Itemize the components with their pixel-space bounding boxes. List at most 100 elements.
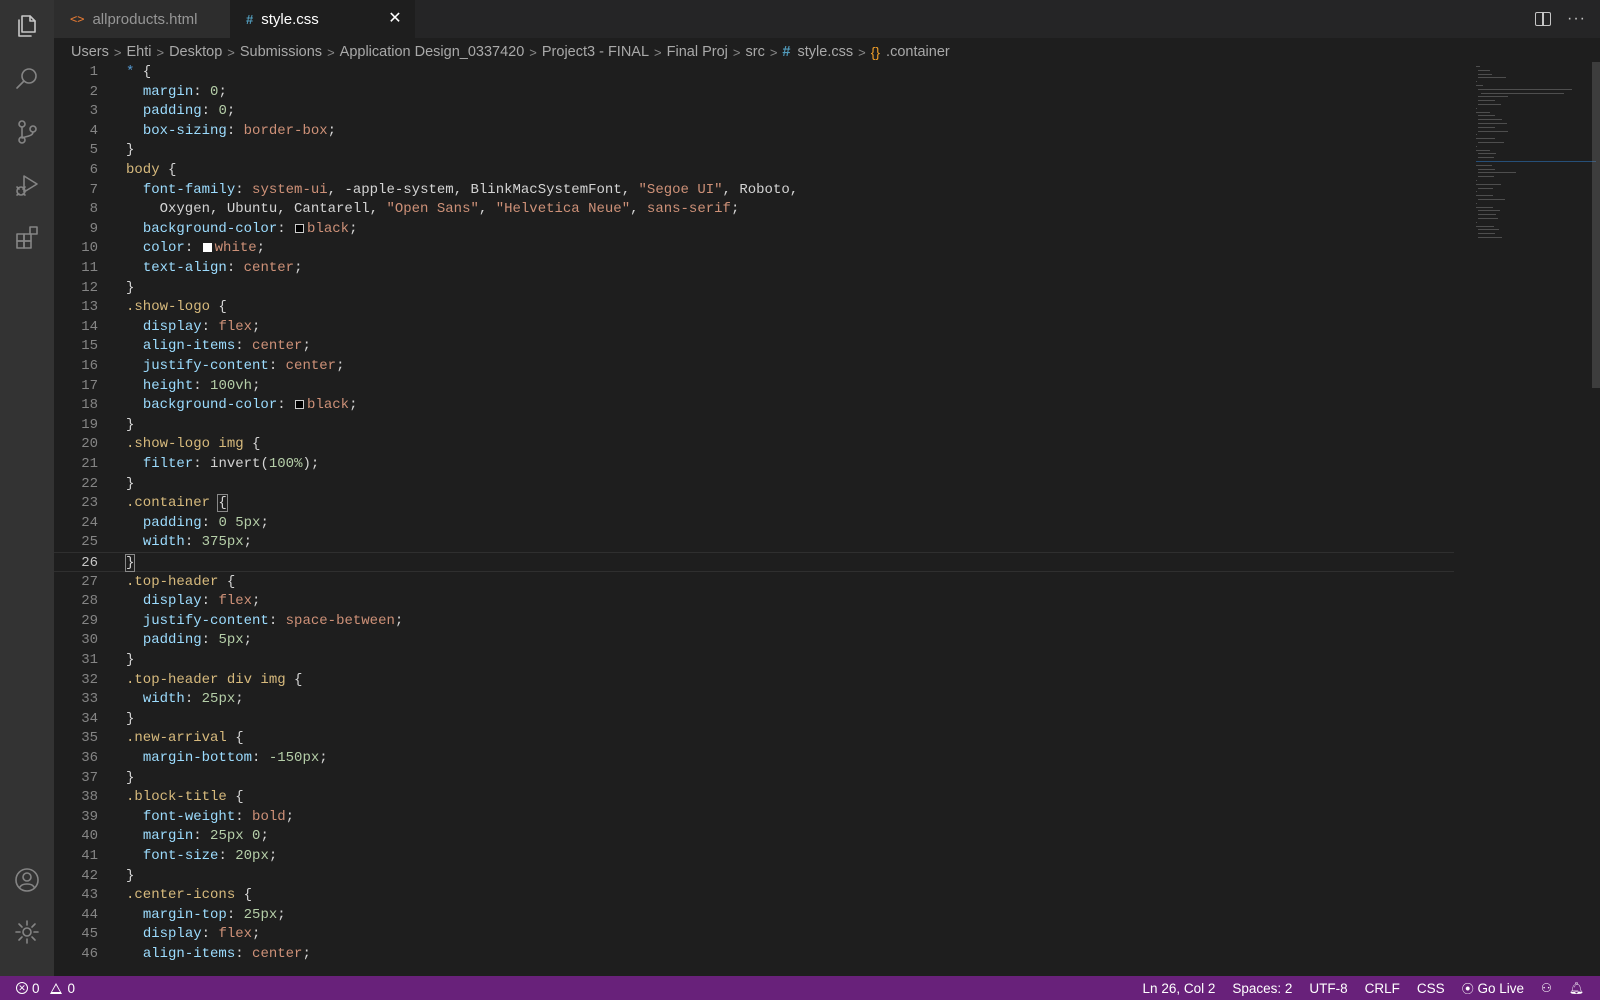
code-line[interactable]: 17 height: 100vh; bbox=[54, 376, 1454, 396]
indentation[interactable]: Spaces: 2 bbox=[1232, 981, 1292, 996]
code-line[interactable]: 14 display: flex; bbox=[54, 317, 1454, 337]
code-line[interactable]: 37} bbox=[54, 768, 1454, 788]
breadcrumb-symbol[interactable]: .container bbox=[886, 44, 950, 60]
code-line[interactable]: 31} bbox=[54, 650, 1454, 670]
code-token: : bbox=[201, 926, 219, 943]
code-line[interactable]: 35 .new-arrival { bbox=[54, 728, 1454, 748]
split-editor-icon[interactable] bbox=[1535, 12, 1552, 26]
minimap-line bbox=[1478, 210, 1500, 212]
html-file-icon: <> bbox=[70, 12, 85, 26]
extensions-icon[interactable] bbox=[0, 216, 54, 260]
code-line[interactable]: 8 Oxygen, Ubuntu, Cantarell, "Open Sans"… bbox=[54, 199, 1454, 219]
code-line[interactable]: 24 padding: 0 5px; bbox=[54, 513, 1454, 533]
encoding[interactable]: UTF-8 bbox=[1309, 981, 1347, 996]
code-line[interactable]: 28 display: flex; bbox=[54, 591, 1454, 611]
code-line[interactable]: 2 margin: 0; bbox=[54, 82, 1454, 102]
code-line[interactable]: 43 .center-icons { bbox=[54, 885, 1454, 905]
minimap[interactable] bbox=[1476, 62, 1596, 976]
breadcrumb-item[interactable]: Desktop bbox=[169, 44, 222, 60]
code-token: filter bbox=[142, 456, 194, 472]
code-line[interactable]: 12} bbox=[54, 278, 1454, 298]
notifications-bell-icon[interactable]: 🔔︎ bbox=[1569, 981, 1584, 995]
vertical-scrollbar[interactable] bbox=[1592, 62, 1600, 388]
minimap-line bbox=[1478, 218, 1498, 219]
problems-indicator[interactable]: ✕ 0 0 bbox=[16, 976, 75, 1000]
feedback-icon[interactable]: ⚇ bbox=[1541, 981, 1552, 995]
code-line[interactable]: 5} bbox=[54, 140, 1454, 160]
files-icon[interactable] bbox=[0, 4, 54, 48]
code-line[interactable]: 20 .show-logo img { bbox=[54, 434, 1454, 454]
breadcrumb-item[interactable]: src bbox=[745, 44, 764, 60]
code-line[interactable]: 23 .container { bbox=[54, 493, 1454, 513]
code-token: 25px 0 bbox=[210, 828, 261, 845]
settings-gear-icon[interactable] bbox=[0, 910, 54, 954]
code-line[interactable]: 1 * { bbox=[54, 62, 1454, 82]
code-line[interactable]: 7 font-family: system-ui, -apple-system,… bbox=[54, 180, 1454, 200]
code-line[interactable]: 3 padding: 0; bbox=[54, 101, 1454, 121]
code-line[interactable]: 34} bbox=[54, 709, 1454, 729]
code-token: ; bbox=[243, 534, 253, 551]
code-text: } bbox=[126, 650, 134, 670]
code-line[interactable]: 44 margin-top: 25px; bbox=[54, 905, 1454, 925]
code-line[interactable]: 33 width: 25px; bbox=[54, 689, 1454, 709]
code-line[interactable]: 39 font-weight: bold; bbox=[54, 807, 1454, 827]
code-line[interactable]: 38 .block-title { bbox=[54, 787, 1454, 807]
code-line[interactable]: 40 margin: 25px 0; bbox=[54, 826, 1454, 846]
color-swatch[interactable] bbox=[295, 223, 305, 233]
source-control-icon[interactable] bbox=[0, 110, 54, 154]
code-line[interactable]: 4 box-sizing: border-box; bbox=[54, 121, 1454, 141]
code-editor[interactable]: 1 * {2 margin: 0; 3 padding: 0; 4 box-sizin… bbox=[54, 62, 1600, 976]
code-line[interactable]: 9 background-color: black; bbox=[54, 219, 1454, 239]
code-line[interactable]: 36 margin-bottom: -150px; bbox=[54, 748, 1454, 768]
color-swatch[interactable] bbox=[295, 400, 305, 410]
search-icon[interactable] bbox=[0, 57, 54, 101]
code-line[interactable]: 27 .top-header { bbox=[54, 572, 1454, 592]
color-swatch[interactable] bbox=[202, 243, 212, 253]
minimap-line bbox=[1478, 176, 1494, 178]
language-mode[interactable]: CSS bbox=[1417, 981, 1445, 996]
code-line[interactable]: 16 justify-content: center; bbox=[54, 356, 1454, 376]
code-token: { bbox=[226, 730, 244, 747]
code-line[interactable]: 22} bbox=[54, 474, 1454, 494]
code-line[interactable]: 6 body { bbox=[54, 160, 1454, 180]
close-tab-icon[interactable]: ✕ bbox=[385, 9, 405, 29]
code-line[interactable]: 29 justify-content: space-between; bbox=[54, 611, 1454, 631]
breadcrumb-item[interactable]: Submissions bbox=[240, 44, 322, 60]
go-live-button[interactable]: ⦿ Go Live bbox=[1462, 980, 1524, 997]
code-line[interactable]: 15 align-items: center; bbox=[54, 336, 1454, 356]
breadcrumb-file[interactable]: style.css bbox=[798, 44, 854, 60]
tab-allproducts-html[interactable]: <> allproducts.html bbox=[54, 0, 230, 38]
breadcrumb-item[interactable]: Project3 - FINAL bbox=[542, 44, 649, 60]
code-line[interactable]: 46 align-items: center; bbox=[54, 944, 1454, 964]
code-line[interactable]: 21 filter: invert(100%); bbox=[54, 454, 1454, 474]
run-debug-icon[interactable] bbox=[0, 163, 54, 207]
cursor-position[interactable]: Ln 26, Col 2 bbox=[1143, 981, 1216, 996]
code-line[interactable]: 30 padding: 5px; bbox=[54, 630, 1454, 650]
code-line[interactable]: 25 width: 375px; bbox=[54, 532, 1454, 552]
code-text: margin: 0; bbox=[126, 82, 227, 102]
code-line[interactable]: 18 background-color: black; bbox=[54, 395, 1454, 415]
code-line[interactable]: 32 .top-header div img { bbox=[54, 670, 1454, 690]
code-line[interactable]: 19} bbox=[54, 415, 1454, 435]
code-text: padding: 0; bbox=[126, 101, 235, 121]
code-line[interactable]: 11 text-align: center; bbox=[54, 258, 1454, 278]
code-line[interactable]: 10 color: white; bbox=[54, 238, 1454, 258]
code-line[interactable]: 26} bbox=[54, 552, 1454, 572]
breadcrumb-item[interactable]: Ehti bbox=[126, 44, 151, 60]
minimap-line bbox=[1476, 191, 1478, 193]
breadcrumb-item[interactable]: Final Proj bbox=[667, 44, 728, 60]
code-line[interactable]: 41 font-size: 20px; bbox=[54, 846, 1454, 866]
minimap-line bbox=[1476, 134, 1478, 136]
breadcrumb-item[interactable]: Application Design_0337420 bbox=[340, 44, 525, 60]
more-actions-icon[interactable]: ··· bbox=[1567, 10, 1586, 28]
code-line[interactable]: 45 display: flex; bbox=[54, 924, 1454, 944]
code-line[interactable]: 42} bbox=[54, 866, 1454, 886]
code-line[interactable]: 13 .show-logo { bbox=[54, 297, 1454, 317]
tab-style-css[interactable]: # style.css ✕ bbox=[230, 0, 415, 38]
breadcrumb-item[interactable]: Users bbox=[71, 44, 109, 60]
end-of-line[interactable]: CRLF bbox=[1365, 981, 1400, 996]
account-icon[interactable] bbox=[0, 858, 54, 902]
